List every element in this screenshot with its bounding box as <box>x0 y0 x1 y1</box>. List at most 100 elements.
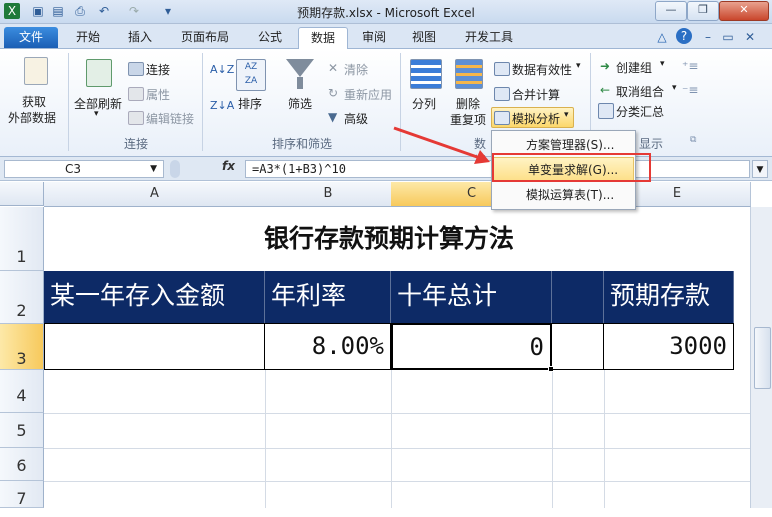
sort-dialog-icon: AZ ZA <box>236 59 266 91</box>
data-validation-icon <box>494 62 510 76</box>
cell-a3[interactable] <box>44 323 265 370</box>
filter-button[interactable]: 筛选 <box>288 95 312 112</box>
hide-detail-icon[interactable]: ⁻≡ <box>682 83 698 97</box>
insert-function-icon[interactable]: fx <box>222 159 235 173</box>
refresh-all-icon <box>86 59 112 87</box>
tab-page-layout[interactable]: 页面布局 <box>170 27 240 48</box>
vertical-scrollbar[interactable] <box>750 207 772 508</box>
consolidate-button[interactable]: 合并计算 <box>512 86 560 103</box>
remove-dup-label-1[interactable]: 删除 <box>456 95 480 112</box>
show-detail-icon[interactable]: ⁺≡ <box>682 59 698 73</box>
header-cell-c2[interactable]: 十年总计 <box>391 271 552 323</box>
select-all-corner[interactable] <box>0 182 44 206</box>
ribbon-separator <box>68 53 69 151</box>
row-header-6[interactable]: 6 <box>0 448 44 481</box>
text-to-columns-button[interactable]: 分列 <box>412 95 436 112</box>
group-button[interactable]: 创建组 <box>616 59 652 76</box>
edit-links-icon <box>128 111 144 125</box>
reapply-button[interactable]: 重新应用 <box>344 86 392 103</box>
refresh-dropdown-icon[interactable]: ▾ <box>94 109 99 119</box>
help-icon[interactable]: ? <box>676 28 692 44</box>
group-connections-label: 连接 <box>123 137 148 151</box>
ribbon-data: 获取 外部数据 全部刷新 ▾ 连接 属性 编辑链接 连接 A↓Z Z↓A AZ Z… <box>0 49 772 168</box>
header-cell-a2[interactable]: 某一年存入金额 <box>44 271 265 323</box>
close-button[interactable]: ✕ <box>719 1 769 21</box>
tab-data[interactable]: 数据 <box>298 27 348 50</box>
scrollbar-thumb[interactable] <box>754 327 771 389</box>
tab-insert[interactable]: 插入 <box>118 27 162 48</box>
red-arrow-annotation <box>393 126 490 164</box>
header-cell-d2[interactable] <box>552 271 604 323</box>
tab-developer[interactable]: 开发工具 <box>454 27 524 48</box>
what-if-dropdown-icon: ▾ <box>564 110 569 120</box>
data-validation-dropdown-icon[interactable]: ▾ <box>576 61 581 71</box>
tab-home[interactable]: 开始 <box>66 27 110 48</box>
workbook-minimize-icon[interactable]: – <box>700 29 716 45</box>
cell-e3[interactable]: 3000 <box>604 323 734 370</box>
edit-links-button[interactable]: 编辑链接 <box>146 110 194 127</box>
get-external-label-1[interactable]: 获取 <box>22 93 46 110</box>
tab-view[interactable]: 视图 <box>402 27 446 48</box>
highlight-box <box>492 153 651 182</box>
group-arrow-icon: ➜ <box>600 59 611 73</box>
ungroup-dropdown-icon[interactable]: ▾ <box>672 83 677 93</box>
row-header-3[interactable]: 3 <box>0 324 44 370</box>
gridline <box>44 448 750 449</box>
connections-button[interactable]: 连接 <box>146 61 170 78</box>
properties-button[interactable]: 属性 <box>146 86 170 103</box>
expand-formula-icon[interactable]: ▼ <box>752 160 768 178</box>
remove-duplicates-icon <box>455 59 483 89</box>
sheet-title[interactable]: 银行存款预期计算方法 <box>44 207 734 271</box>
sort-za-icon[interactable]: Z↓A <box>210 99 234 112</box>
gridline <box>44 481 750 482</box>
name-box-dropdown-icon[interactable]: ▼ <box>150 161 157 177</box>
subtotal-icon <box>598 103 614 119</box>
group-sort-filter-label: 排序和筛选 <box>271 137 332 151</box>
group-outline-label: 显示 <box>638 137 663 151</box>
tab-formulas[interactable]: 公式 <box>248 27 292 48</box>
column-header-a[interactable]: A <box>44 182 266 207</box>
tab-review[interactable]: 审阅 <box>352 27 396 48</box>
minimize-button[interactable]: — <box>655 1 687 21</box>
properties-icon <box>128 87 144 101</box>
filter-funnel-icon <box>286 59 314 77</box>
sort-button[interactable]: 排序 <box>238 95 262 112</box>
workbook-restore-icon[interactable]: ▭ <box>720 29 736 45</box>
sort-az-icon[interactable]: A↓Z <box>210 63 234 76</box>
row-header-1[interactable]: 1 <box>0 207 44 271</box>
ungroup-button[interactable]: 取消组合 <box>616 83 664 100</box>
header-cell-b2[interactable]: 年利率 <box>265 271 391 323</box>
row-header-2[interactable]: 2 <box>0 271 44 324</box>
external-data-icon <box>24 57 48 85</box>
clear-button[interactable]: 清除 <box>344 61 368 78</box>
cell-c3-selected[interactable]: 0 <box>391 323 552 370</box>
name-box-value: C3 <box>65 162 82 176</box>
menu-item-data-table[interactable]: 模拟运算表(T)... <box>492 183 635 207</box>
tab-file[interactable]: 文件 <box>4 27 58 48</box>
restore-button[interactable]: ❐ <box>687 1 719 21</box>
row-header-5[interactable]: 5 <box>0 413 44 448</box>
reapply-icon: ↻ <box>328 86 339 100</box>
connections-icon <box>128 62 144 76</box>
name-box[interactable]: C3 ▼ <box>4 160 164 178</box>
cell-b3[interactable]: 8.00% <box>265 323 391 370</box>
group-dropdown-icon[interactable]: ▾ <box>660 59 665 69</box>
header-cell-e2[interactable]: 预期存款 <box>604 271 734 323</box>
text-to-columns-icon <box>410 59 442 89</box>
data-validation-button[interactable]: 数据有效性 <box>512 61 572 78</box>
what-if-label: 模拟分析 <box>512 112 561 126</box>
column-header-b[interactable]: B <box>265 182 392 207</box>
workbook-close-icon[interactable]: ✕ <box>742 29 758 45</box>
outline-launcher-icon[interactable]: ⧉ <box>690 135 696 145</box>
filter-stem-icon <box>297 77 303 89</box>
row-header-7[interactable]: 7 <box>0 481 44 508</box>
clear-icon: ✕ <box>328 61 339 75</box>
advanced-button[interactable]: 高级 <box>344 110 368 127</box>
subtotal-button[interactable]: 分类汇总 <box>616 103 664 120</box>
formula-bar-splitter-icon[interactable] <box>170 160 180 178</box>
gridline <box>44 413 750 414</box>
cell-d3[interactable] <box>552 323 604 370</box>
get-external-label-2[interactable]: 外部数据 <box>8 109 56 126</box>
collapse-ribbon-icon[interactable]: △ <box>654 29 670 45</box>
row-header-4[interactable]: 4 <box>0 370 44 413</box>
